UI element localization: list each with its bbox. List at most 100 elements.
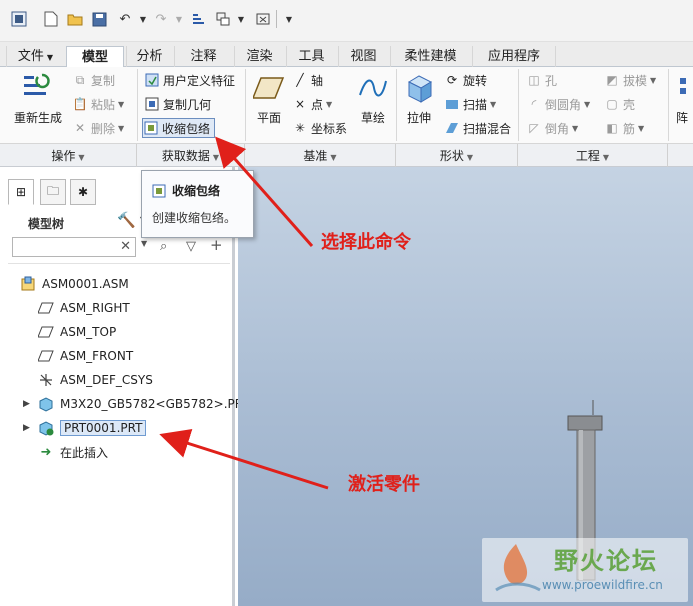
chevron-down-icon[interactable]: ▼ — [141, 239, 147, 248]
group-operations[interactable]: 操作 ▼ — [0, 144, 137, 168]
point-button[interactable]: × 点 ▼ — [292, 94, 332, 114]
tab-analysis[interactable]: 分析 — [126, 46, 172, 67]
redo-icon[interactable]: ↷ — [152, 10, 170, 28]
sweep-icon — [444, 96, 460, 112]
tree-node-label: ASM_TOP — [60, 325, 117, 339]
group-engineering[interactable]: 工程 ▼ — [518, 144, 668, 168]
shell-button[interactable]: ▢ 壳 — [604, 94, 635, 114]
datum-plane-icon — [38, 324, 54, 340]
tree-node-asm[interactable]: ASM0001.ASM — [20, 274, 129, 294]
regenerate-icon — [21, 71, 55, 105]
new-file-icon[interactable] — [42, 10, 60, 28]
close-window-icon[interactable] — [254, 10, 272, 28]
udf-label: 用户定义特征 — [163, 73, 236, 88]
round-button[interactable]: ◜ 倒圆角 ▼ — [526, 94, 591, 114]
tab-tools[interactable]: 工具 — [286, 46, 336, 67]
copy-geometry-icon — [144, 96, 160, 112]
shell-icon: ▢ — [606, 97, 618, 111]
rib-button[interactable]: ◧ 筋 ▼ — [604, 118, 644, 138]
pattern-button[interactable]: 阵 — [676, 71, 693, 126]
copy-button[interactable]: ⧉ 复制 — [72, 70, 115, 90]
datum-plane-icon — [38, 348, 54, 364]
draft-icon: ◩ — [606, 73, 618, 87]
group-datum[interactable]: 基准 ▼ — [245, 144, 396, 168]
udf-button[interactable]: 用户定义特征 — [144, 70, 235, 90]
model-tree-tab[interactable]: ⊞ — [8, 179, 34, 205]
tree-node-prt0001[interactable]: ▶ PRT0001.PRT — [23, 418, 147, 438]
undo-icon[interactable]: ↶ — [116, 10, 134, 28]
tree-node-asm-def-csys[interactable]: ASM_DEF_CSYS — [38, 370, 153, 390]
redo-dropdown-icon[interactable]: ▼ — [170, 10, 188, 28]
sweep-button[interactable]: 扫描 ▼ — [444, 94, 496, 114]
tree-settings-icon[interactable]: 🔨 — [117, 211, 136, 229]
expand-arrow-icon[interactable]: ▶ — [23, 423, 30, 433]
chamfer-button[interactable]: ◸ 倒角 ▼ — [526, 118, 578, 138]
open-folder-icon[interactable] — [66, 10, 84, 28]
find-binoculars-icon[interactable]: ⌕ — [160, 239, 167, 254]
chevron-down-icon: ▼ — [638, 123, 645, 133]
tab-flexible-modeling[interactable]: 柔性建模 — [390, 46, 470, 67]
tree-search-input[interactable]: ✕ — [12, 237, 136, 257]
quick-access-toolbar: ↶ ▼ ↷ ▼ ▼ ▼ — [0, 0, 693, 42]
revolve-button[interactable]: ⟳ 旋转 — [444, 70, 487, 90]
sweep-label: 扫描 — [463, 97, 488, 112]
annotation-select-command: 选择此命令 — [321, 232, 411, 253]
round-icon: ◜ — [531, 97, 537, 111]
favorites-tab[interactable]: ✱ — [70, 179, 96, 205]
point-icon: × — [294, 97, 306, 111]
extrude-icon — [402, 71, 436, 105]
axis-button[interactable]: ╱ 轴 — [292, 70, 323, 90]
tooltip-title-text: 收缩包络 — [172, 184, 221, 198]
group-shapes[interactable]: 形状 ▼ — [396, 144, 518, 168]
plane-button[interactable]: 平面 — [252, 71, 286, 126]
tab-view[interactable]: 视图 — [338, 46, 388, 67]
tab-render[interactable]: 渲染 — [234, 46, 284, 67]
expand-arrow-icon[interactable]: ▶ — [23, 399, 30, 409]
tab-file[interactable]: 文件 ▼ — [6, 46, 64, 67]
regenerate-button[interactable]: 重新生成 — [14, 71, 62, 126]
tab-applications[interactable]: 应用程序 — [472, 46, 556, 67]
tab-render-label: 渲染 — [246, 49, 273, 64]
csys-button[interactable]: ✳ 坐标系 — [292, 118, 347, 138]
extrude-label: 拉伸 — [406, 111, 431, 125]
paste-icon: 📋 — [72, 97, 88, 111]
sketch-button[interactable]: 草绘 — [356, 71, 390, 126]
clear-search-icon[interactable]: ✕ — [120, 239, 131, 254]
draft-button[interactable]: ◩ 拔模 ▼ — [604, 70, 656, 90]
csys-icon: ✳ — [294, 121, 306, 135]
shrinkwrap-button[interactable]: 收缩包络 — [142, 118, 216, 138]
swept-blend-button[interactable]: 扫描混合 — [444, 118, 511, 138]
windows-dropdown-icon[interactable]: ▼ — [232, 10, 250, 28]
group-divider — [137, 69, 138, 141]
ribbon-panel: 重新生成 ⧉ 复制 📋 粘贴 ▼ ✕ 删除 ▼ 用户定义特征 复制几何 收缩包络 平面 ╱… — [0, 67, 693, 143]
tree-node-asm-right[interactable]: ASM_RIGHT — [38, 298, 130, 318]
add-icon[interactable]: + — [210, 236, 223, 254]
paste-button[interactable]: 📋 粘贴 ▼ — [72, 94, 125, 114]
tree-node-insert-here[interactable]: ➜ 在此插入 — [38, 442, 108, 462]
windows-icon[interactable] — [214, 10, 232, 28]
chevron-down-icon: ▼ — [326, 99, 333, 109]
customize-toolbar-icon[interactable]: ▼ — [280, 10, 298, 28]
filter-icon[interactable]: ▽ — [186, 239, 196, 254]
tree-node-asm-front[interactable]: ASM_FRONT — [38, 346, 133, 366]
regenerate-label: 重新生成 — [14, 111, 63, 125]
tree-node-bolt-part[interactable]: ▶ M3X20_GB5782<GB5782>.PR — [23, 394, 243, 414]
annotation-activate-part: 激活零件 — [348, 474, 420, 495]
tab-model[interactable]: 模型 — [66, 46, 124, 68]
group-get-data[interactable]: 获取数据 ▼ — [137, 144, 245, 168]
hole-button[interactable]: ◫ 孔 — [526, 70, 557, 90]
undo-dropdown-icon[interactable]: ▼ — [134, 10, 152, 28]
app-icon[interactable] — [10, 10, 28, 28]
tab-annotate[interactable]: 注释 — [174, 46, 232, 67]
folder-browser-tab[interactable]: 🗀 — [40, 179, 66, 205]
revolve-label: 旋转 — [463, 73, 488, 88]
hole-label: 孔 — [545, 73, 558, 88]
regenerate-small-icon[interactable] — [190, 10, 208, 28]
extrude-button[interactable]: 拉伸 — [402, 71, 436, 126]
chamfer-icon: ◸ — [529, 121, 539, 135]
copy-geometry-button[interactable]: 复制几何 — [144, 94, 211, 114]
plane-label: 平面 — [256, 111, 281, 125]
save-icon[interactable] — [90, 10, 108, 28]
tree-node-asm-top[interactable]: ASM_TOP — [38, 322, 116, 342]
delete-button[interactable]: ✕ 删除 ▼ — [72, 118, 124, 138]
